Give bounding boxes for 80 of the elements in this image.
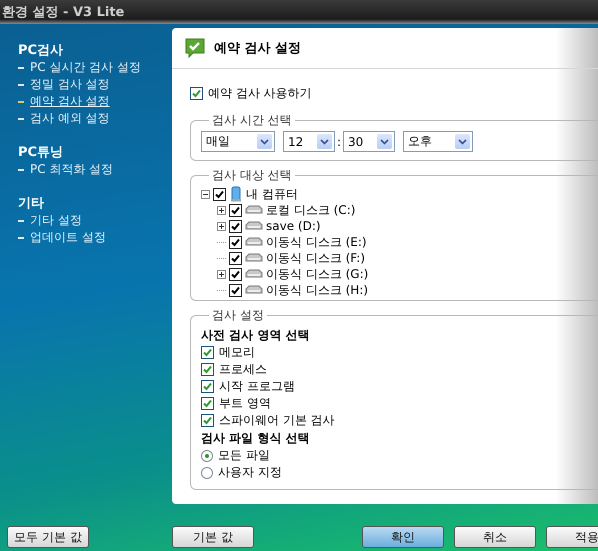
tree-item[interactable]: 이동식 디스크 (H:) xyxy=(266,282,368,298)
dash-icon xyxy=(18,84,24,86)
checkbox[interactable] xyxy=(229,220,242,232)
sidebar-item[interactable]: PC 실시간 검사 설정 xyxy=(30,59,142,76)
checkbox[interactable] xyxy=(229,204,242,216)
sidebar-heading: PC검사 xyxy=(18,42,64,59)
checkbox[interactable] xyxy=(229,252,242,264)
tree-item[interactable]: save (D:) xyxy=(266,219,321,233)
checkbox-label: 메모리 xyxy=(219,344,255,361)
checkbox[interactable] xyxy=(213,188,226,200)
drive-icon xyxy=(245,253,263,263)
dropdown[interactable]: 매일 xyxy=(201,131,275,152)
checkbox-label: 부트 영역 xyxy=(219,395,271,412)
dash-icon xyxy=(18,100,24,102)
panel-title: 예약 검사 설정 xyxy=(214,40,302,57)
collapse-icon[interactable] xyxy=(201,190,210,198)
checkbox[interactable] xyxy=(201,363,214,376)
dialog-button[interactable]: 적용 xyxy=(546,526,598,548)
group-legend: 검사 설정 xyxy=(209,307,267,324)
checkbox[interactable] xyxy=(201,414,214,427)
window-title: 환경 설정 - V3 Lite xyxy=(2,4,124,21)
reset-all-button[interactable]: 모두 기본 값 xyxy=(7,526,89,548)
drive-icon xyxy=(245,221,263,231)
chevron-down-icon xyxy=(377,134,392,149)
checkbox[interactable] xyxy=(201,380,214,393)
expand-icon[interactable] xyxy=(217,270,226,278)
expand-icon[interactable] xyxy=(217,206,226,214)
dash-icon xyxy=(18,236,24,238)
drive-icon xyxy=(245,285,263,295)
computer-icon xyxy=(229,186,243,202)
drive-icon xyxy=(245,269,263,279)
check-bubble-icon xyxy=(184,37,206,59)
dropdown[interactable]: 30 xyxy=(343,131,396,152)
time-separator: : xyxy=(337,134,342,148)
checkbox[interactable] xyxy=(229,236,242,248)
tree-item[interactable]: 이동식 디스크 (F:) xyxy=(266,250,366,266)
radio-button[interactable] xyxy=(201,466,213,478)
checkbox[interactable] xyxy=(201,397,214,410)
sidebar-heading: 기타 xyxy=(18,195,45,212)
checkbox-label: 프로세스 xyxy=(219,361,267,378)
radio-label: 모든 파일 xyxy=(218,447,270,464)
dialog-button[interactable]: 취소 xyxy=(454,526,536,548)
tree-item[interactable]: 내 컴퓨터 xyxy=(246,186,298,202)
sidebar-item[interactable]: 검사 예외 설정 xyxy=(30,110,110,127)
drive-icon xyxy=(245,205,263,215)
dialog-button[interactable]: 확인 xyxy=(362,526,444,548)
sidebar-item[interactable]: 업데이트 설정 xyxy=(30,229,106,246)
radio-label: 사용자 지정 xyxy=(218,464,282,481)
tree-item[interactable]: 이동식 디스크 (G:) xyxy=(266,266,368,282)
checkbox[interactable] xyxy=(229,284,242,296)
section-heading: 검사 파일 형식 선택 xyxy=(201,430,311,447)
sidebar-item[interactable]: PC 최적화 설정 xyxy=(30,161,114,178)
checkbox-label: 시작 프로그램 xyxy=(219,378,295,395)
group-legend: 검사 대상 선택 xyxy=(209,167,295,184)
sidebar-item[interactable]: 예약 검사 설정 xyxy=(30,93,110,110)
drive-icon xyxy=(245,237,263,247)
tree-item[interactable]: 로컬 디스크 (C:) xyxy=(266,202,356,218)
checkbox[interactable] xyxy=(201,346,214,359)
default-button[interactable]: 기본 값 xyxy=(172,526,254,548)
section-heading: 사전 검사 영역 선택 xyxy=(201,327,311,344)
dash-icon xyxy=(18,118,24,120)
checkbox[interactable] xyxy=(229,268,242,280)
group-legend: 검사 시간 선택 xyxy=(209,112,295,129)
expand-icon[interactable] xyxy=(217,222,226,230)
checkbox-label: 스파이웨어 기본 검사 xyxy=(219,412,335,429)
chevron-down-icon xyxy=(257,134,272,149)
dropdown[interactable]: 오후 xyxy=(403,131,474,152)
radio-button[interactable] xyxy=(201,450,213,462)
chevron-down-icon xyxy=(455,134,470,149)
sidebar-item[interactable]: 정밀 검사 설정 xyxy=(30,76,110,93)
dropdown[interactable]: 12 xyxy=(283,131,335,152)
checkbox[interactable] xyxy=(190,87,203,100)
dash-icon xyxy=(18,66,24,68)
tree-item[interactable]: 이동식 디스크 (E:) xyxy=(266,234,367,250)
sidebar-item[interactable]: 기타 설정 xyxy=(30,212,82,229)
dash-icon xyxy=(18,168,24,170)
sidebar-heading: PC튜닝 xyxy=(18,144,64,161)
checkbox-label: 예약 검사 사용하기 xyxy=(208,85,312,102)
chevron-down-icon xyxy=(317,134,332,149)
dash-icon xyxy=(18,220,24,222)
